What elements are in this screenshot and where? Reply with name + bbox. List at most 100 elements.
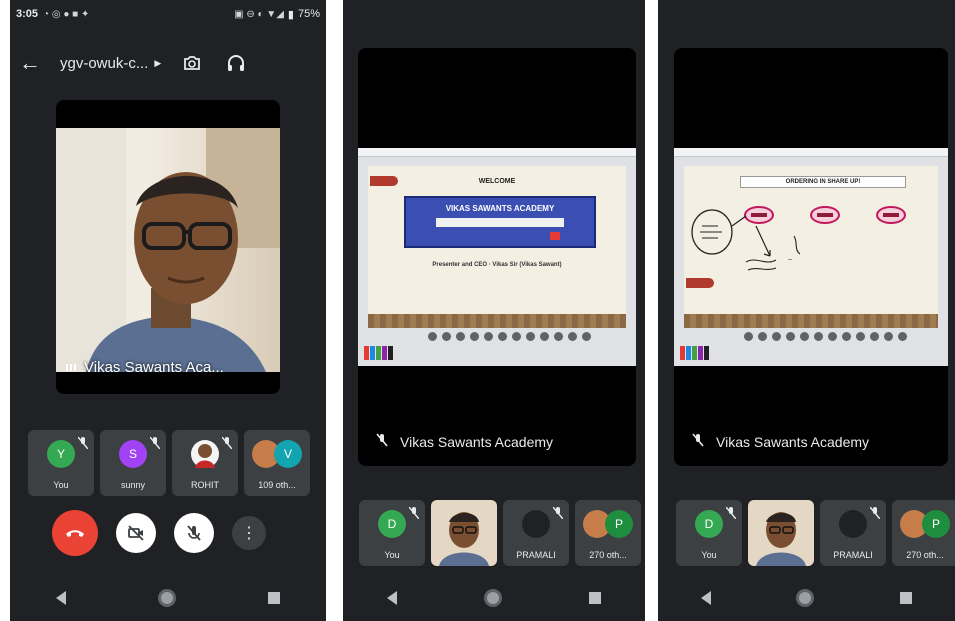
avatar: V	[274, 440, 302, 468]
participant-name: 270 oth...	[589, 550, 627, 560]
nav-home-icon[interactable]	[158, 589, 176, 607]
shared-screen: ORDERING IN SHARE UP! ~	[674, 148, 948, 366]
nav-home-icon[interactable]	[796, 589, 815, 607]
participant-strip: Y You S sunny ROHIT V 109 oth...	[28, 430, 310, 496]
svg-text:~: ~	[788, 257, 792, 264]
nav-recents-icon[interactable]	[589, 592, 602, 604]
mic-off-icon	[376, 433, 388, 450]
participant-strip: D You PRAMALI P 270 oth...	[676, 500, 955, 566]
screen-title-bar	[674, 148, 948, 157]
headphones-icon[interactable]	[223, 50, 249, 76]
avatar-photo	[522, 510, 550, 538]
nav-recents-icon[interactable]	[900, 592, 913, 604]
academy-banner-title: VIKAS SAWANTS ACADEMY	[445, 204, 555, 213]
camera-off-button[interactable]	[116, 513, 156, 553]
participant-tile[interactable]: ROHIT	[172, 430, 238, 496]
mic-off-button[interactable]	[174, 513, 214, 553]
mic-off-icon	[725, 506, 737, 524]
phone-screen-presentation-welcome: WELCOME VIKAS SAWANTS ACADEMY Presenter …	[343, 0, 645, 621]
handwritten-annotations: ~	[691, 209, 801, 271]
mic-off-icon	[408, 506, 420, 524]
main-speaker-tile[interactable]: Vikas Sawants Aca...	[56, 100, 280, 394]
mic-off-icon	[869, 506, 881, 524]
presenter-label: Vikas Sawants Academy	[376, 433, 553, 450]
presenter-video-tile[interactable]	[748, 500, 814, 566]
color-pens	[364, 346, 393, 360]
avatar-photo	[191, 440, 219, 468]
participant-tile[interactable]: S sunny	[100, 430, 166, 496]
avatar: D	[378, 510, 406, 538]
speaker-video	[56, 128, 280, 372]
nav-back-icon[interactable]	[56, 591, 66, 605]
status-time: 3:05	[16, 8, 39, 20]
participant-tile[interactable]: D You	[359, 500, 425, 566]
participant-tile[interactable]: Y You	[28, 430, 94, 496]
participant-tile[interactable]: D You	[676, 500, 742, 566]
switch-camera-icon[interactable]	[179, 50, 205, 76]
audio-level-icon	[66, 364, 76, 371]
participant-name: PRAMALI	[516, 550, 556, 560]
participant-tile-others[interactable]: P 270 oth...	[575, 500, 641, 566]
phone-screen-call-view: 3:05 ◔ ◎ ● ■ ✦ ▣ ⊖ ◐ ▼◢ ▮ 75% ← ygv-owuk…	[10, 0, 326, 621]
participant-name: PRAMALI	[833, 550, 873, 560]
status-bar: 3:05 ◔ ◎ ● ■ ✦ ▣ ⊖ ◐ ▼◢ ▮ 75%	[16, 6, 320, 22]
presenter-video-tile[interactable]	[431, 500, 497, 566]
slide-welcome-text: WELCOME	[478, 178, 516, 185]
participant-name: sunny	[120, 480, 146, 490]
participant-tile-others[interactable]: V 109 oth...	[244, 430, 310, 496]
presenter-label: Vikas Sawants Academy	[692, 433, 869, 450]
participant-name: 270 oth...	[906, 550, 944, 560]
shared-screen: WELCOME VIKAS SAWANTS ACADEMY Presenter …	[358, 148, 636, 366]
slide-ordering: ORDERING IN SHARE UP! ~	[684, 166, 938, 314]
speaker-name-label: Vikas Sawants Aca...	[66, 359, 224, 376]
nav-home-icon[interactable]	[483, 589, 502, 607]
participant-tile[interactable]: PRAMALI	[503, 500, 569, 566]
participant-name: You	[53, 480, 69, 490]
participant-tile-others[interactable]: P 270 oth...	[892, 500, 955, 566]
presentation-tile[interactable]: ORDERING IN SHARE UP! ~ Vikas Sawants Ac…	[674, 48, 948, 466]
nav-recents-icon[interactable]	[268, 592, 280, 604]
participant-strip: D You PRAMALI P 270 oth...	[359, 500, 641, 566]
speaker-name: Vikas Sawants Aca...	[84, 359, 224, 376]
avatar: D	[695, 510, 723, 538]
nav-back-icon[interactable]	[700, 591, 711, 605]
end-call-button[interactable]	[52, 510, 98, 556]
phone-screen-presentation-ordering: ORDERING IN SHARE UP! ~ Vikas Sawants Ac…	[658, 0, 955, 621]
nav-back-icon[interactable]	[386, 591, 397, 605]
academy-banner-subtitle	[436, 218, 564, 227]
tool-dots	[428, 332, 591, 341]
color-pens	[680, 346, 709, 360]
participant-name: You	[701, 550, 717, 560]
mic-off-icon	[552, 506, 564, 524]
tool-dots	[744, 332, 907, 341]
slide-floor-decoration	[684, 314, 938, 328]
battery-icon: ▮	[287, 8, 294, 21]
back-arrow-icon[interactable]: ←	[10, 50, 50, 76]
slide-floor-decoration	[368, 314, 626, 328]
android-nav-bar	[343, 585, 645, 611]
signal-icons: ▣ ⊖ ◐ ▼◢	[234, 8, 284, 20]
participant-name: ROHIT	[191, 480, 219, 490]
avatar: P	[605, 510, 633, 538]
presentation-tile[interactable]: WELCOME VIKAS SAWANTS ACADEMY Presenter …	[358, 48, 636, 466]
android-nav-bar	[658, 585, 955, 611]
meeting-code[interactable]: ygv-owuk-c...	[60, 55, 148, 72]
mic-off-icon	[149, 436, 161, 454]
battery-percent: 75%	[297, 8, 320, 20]
more-options-button[interactable]: ⋮	[232, 516, 266, 550]
mic-off-icon	[77, 436, 89, 454]
participant-tile[interactable]: PRAMALI	[820, 500, 886, 566]
avatar-photo	[839, 510, 867, 538]
call-controls: ⋮	[52, 510, 266, 556]
slide-footer-text: Presenter and CEO · Vikas Sir (Vikas Saw…	[432, 262, 562, 268]
mic-off-icon	[221, 436, 233, 454]
avatar: S	[119, 440, 147, 468]
participant-name: You	[384, 550, 400, 560]
meet-top-bar: ← ygv-owuk-c... ▶	[10, 46, 326, 80]
slide-welcome: WELCOME VIKAS SAWANTS ACADEMY Presenter …	[368, 166, 626, 314]
presenter-name: Vikas Sawants Academy	[400, 433, 554, 450]
android-nav-bar	[10, 585, 326, 611]
chevron-right-icon[interactable]: ▶	[154, 58, 161, 69]
academy-banner: VIKAS SAWANTS ACADEMY	[404, 196, 596, 248]
red-tag-decoration	[686, 278, 714, 288]
